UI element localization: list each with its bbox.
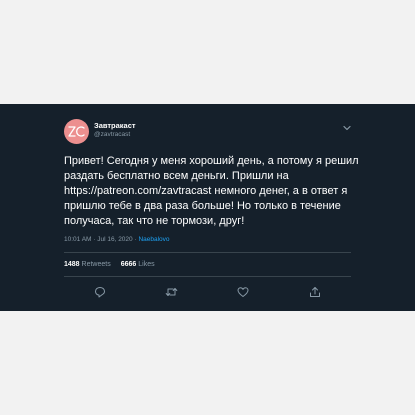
likes-count: 6666: [120, 261, 137, 268]
tweet-actions: [0, 285, 415, 299]
tweet-stats: 1488 Retweets 6666 Likes: [64, 261, 155, 268]
retweet-icon: [165, 288, 177, 296]
tweet-card: Завтракаст @zavtracast Привет! Сегодня у…: [0, 104, 415, 311]
likes-label: Likes: [138, 261, 155, 268]
retweets-stat[interactable]: 1488 Retweets: [64, 261, 111, 268]
retweets-count: 1488: [64, 261, 80, 268]
retweet-button[interactable]: [164, 285, 178, 299]
chevron-down-icon[interactable]: [342, 120, 352, 131]
tweet-meta: 10:01 AM · Jul 16, 2020 · Naebalovo: [64, 236, 170, 243]
share-icon: [310, 287, 320, 297]
tweet-author: Завтракаст @zavtracast: [94, 122, 136, 138]
tweet-text: Привет! Сегодня у меня хороший день, а п…: [64, 155, 359, 227]
heart-icon: [237, 287, 249, 297]
divider: [64, 252, 351, 253]
author-name[interactable]: Завтракаст: [94, 122, 136, 130]
like-button[interactable]: [236, 285, 250, 299]
retweets-label: Retweets: [81, 261, 111, 268]
avatar[interactable]: [64, 119, 89, 144]
tweet-source-app[interactable]: Naebalovo: [138, 236, 169, 243]
likes-stat[interactable]: 6666 Likes: [121, 261, 155, 268]
divider: [64, 276, 351, 277]
zc-logo-icon: [68, 126, 85, 137]
tweet-timestamp[interactable]: 10:01 AM · Jul 16, 2020 ·: [64, 236, 138, 243]
share-button[interactable]: [308, 285, 322, 299]
reply-button[interactable]: [93, 285, 107, 299]
reply-icon: [95, 287, 105, 298]
author-handle[interactable]: @zavtracast: [94, 131, 136, 139]
